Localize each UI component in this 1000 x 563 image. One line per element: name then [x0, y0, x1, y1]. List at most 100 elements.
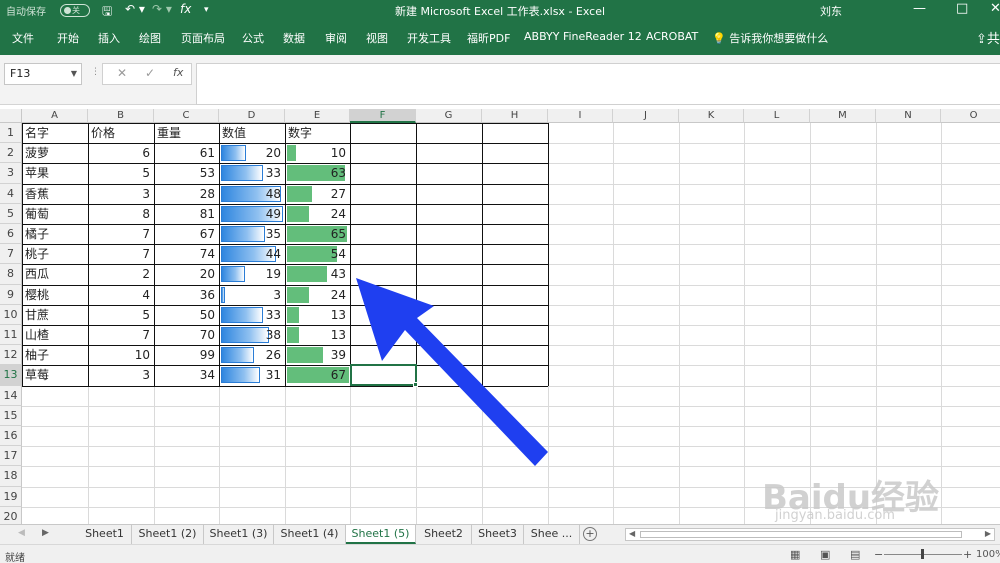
column-header-c[interactable]: C	[154, 109, 219, 123]
name-cell[interactable]: 樱桃	[23, 285, 88, 305]
tab-abbyy[interactable]: ABBYY FineReader 12	[524, 30, 642, 43]
zoom-level[interactable]: 100%	[976, 549, 1000, 560]
number-cell[interactable]: 13	[286, 325, 350, 345]
name-cell[interactable]: 西瓜	[23, 264, 88, 284]
number-cell[interactable]: 65	[286, 224, 350, 244]
value-cell[interactable]: 20	[220, 143, 285, 163]
price-cell[interactable]: 7	[89, 244, 154, 264]
cancel-icon[interactable]: ✕	[117, 66, 127, 80]
value-cell[interactable]: 26	[220, 345, 285, 365]
number-cell[interactable]: 67	[286, 365, 350, 385]
price-cell[interactable]: 7	[89, 224, 154, 244]
sheet-tab[interactable]: Shee ...	[524, 525, 580, 544]
column-header-b[interactable]: B	[88, 109, 154, 123]
sheet-prev-icon[interactable]: ◀	[18, 528, 25, 538]
price-cell[interactable]: 7	[89, 325, 154, 345]
formula-bar-grip-icon[interactable]: ⋮	[91, 67, 100, 77]
add-sheet-button[interactable]: +	[583, 527, 597, 541]
row-header-10[interactable]: 10	[0, 304, 22, 325]
formula-input[interactable]	[196, 63, 1000, 105]
zoom-out-button[interactable]: −	[874, 548, 883, 561]
price-cell[interactable]: 4	[89, 285, 154, 305]
sheet-tab[interactable]: Sheet2	[416, 525, 472, 544]
name-cell[interactable]: 桃子	[23, 244, 88, 264]
row-header-13[interactable]: 13	[0, 365, 22, 386]
weight-cell[interactable]: 20	[155, 264, 219, 284]
column-header-k[interactable]: K	[679, 109, 744, 123]
tab-home[interactable]: 开始	[57, 30, 79, 46]
chevron-down-icon[interactable]: ▼	[71, 64, 77, 84]
value-cell[interactable]: 3	[220, 285, 285, 305]
price-cell[interactable]: 6	[89, 143, 154, 163]
value-cell[interactable]: 31	[220, 365, 285, 385]
weight-cell[interactable]: 36	[155, 285, 219, 305]
tab-acrobat[interactable]: ACROBAT	[646, 30, 698, 43]
column-header-j[interactable]: J	[613, 109, 679, 123]
sheet-tab[interactable]: Sheet1 (2)	[132, 525, 204, 544]
row-header-15[interactable]: 15	[0, 405, 22, 426]
number-cell[interactable]: 13	[286, 305, 350, 325]
name-cell[interactable]: 甘蔗	[23, 305, 88, 325]
number-cell[interactable]: 43	[286, 264, 350, 284]
column-header-g[interactable]: G	[416, 109, 482, 123]
name-cell[interactable]: 柚子	[23, 345, 88, 365]
weight-cell[interactable]: 99	[155, 345, 219, 365]
close-icon[interactable]: ✕	[990, 1, 1000, 16]
select-all-corner[interactable]	[0, 109, 22, 123]
value-cell[interactable]: 44	[220, 244, 285, 264]
horizontal-scrollbar[interactable]: ◀ ▶	[625, 528, 995, 541]
restore-icon[interactable]: □	[956, 1, 968, 16]
user-name[interactable]: 刘东	[820, 3, 842, 19]
tab-insert[interactable]: 插入	[98, 30, 120, 46]
number-cell[interactable]: 27	[286, 184, 350, 204]
header-cell[interactable]: 数值	[220, 123, 285, 143]
tab-draw[interactable]: 绘图	[139, 30, 161, 46]
row-header-6[interactable]: 6	[0, 224, 22, 245]
weight-cell[interactable]: 61	[155, 143, 219, 163]
row-header-3[interactable]: 3	[0, 163, 22, 184]
row-header-4[interactable]: 4	[0, 183, 22, 204]
insert-function-icon[interactable]: fx	[173, 66, 183, 79]
price-cell[interactable]: 5	[89, 305, 154, 325]
column-header-m[interactable]: M	[810, 109, 876, 123]
value-cell[interactable]: 35	[220, 224, 285, 244]
column-header-a[interactable]: A	[22, 109, 88, 123]
value-cell[interactable]: 49	[220, 204, 285, 224]
name-cell[interactable]: 草莓	[23, 365, 88, 385]
value-cell[interactable]: 48	[220, 184, 285, 204]
column-header-h[interactable]: H	[482, 109, 548, 123]
row-header-1[interactable]: 1	[0, 123, 22, 144]
row-header-8[interactable]: 8	[0, 264, 22, 285]
sheet-next-icon[interactable]: ▶	[42, 528, 49, 538]
value-cell[interactable]: 38	[220, 325, 285, 345]
price-cell[interactable]: 3	[89, 365, 154, 385]
sheet-tab[interactable]: Sheet1 (5)	[346, 525, 416, 544]
page-break-view-icon[interactable]: ▤	[850, 548, 860, 561]
row-header-20[interactable]: 20	[0, 506, 22, 525]
tab-developer[interactable]: 开发工具	[407, 30, 451, 46]
price-cell[interactable]: 8	[89, 204, 154, 224]
tab-data[interactable]: 数据	[283, 30, 305, 46]
number-cell[interactable]: 54	[286, 244, 350, 264]
row-header-9[interactable]: 9	[0, 284, 22, 305]
weight-cell[interactable]: 34	[155, 365, 219, 385]
value-cell[interactable]: 19	[220, 264, 285, 284]
name-cell[interactable]: 苹果	[23, 163, 88, 183]
row-header-2[interactable]: 2	[0, 143, 22, 164]
weight-cell[interactable]: 28	[155, 184, 219, 204]
sheet-tab[interactable]: Sheet1	[78, 525, 132, 544]
column-header-f[interactable]: F	[350, 109, 416, 123]
name-cell[interactable]: 山楂	[23, 325, 88, 345]
value-cell[interactable]: 33	[220, 305, 285, 325]
row-header-14[interactable]: 14	[0, 385, 22, 406]
name-cell[interactable]: 菠萝	[23, 143, 88, 163]
header-cell[interactable]: 名字	[23, 123, 88, 143]
row-header-11[interactable]: 11	[0, 325, 22, 346]
tab-page-layout[interactable]: 页面布局	[181, 30, 225, 46]
weight-cell[interactable]: 53	[155, 163, 219, 183]
weight-cell[interactable]: 74	[155, 244, 219, 264]
tell-me-search[interactable]: 💡 告诉我你想要做什么	[712, 30, 828, 46]
page-layout-view-icon[interactable]: ▣	[820, 548, 830, 561]
price-cell[interactable]: 2	[89, 264, 154, 284]
row-header-12[interactable]: 12	[0, 345, 22, 366]
